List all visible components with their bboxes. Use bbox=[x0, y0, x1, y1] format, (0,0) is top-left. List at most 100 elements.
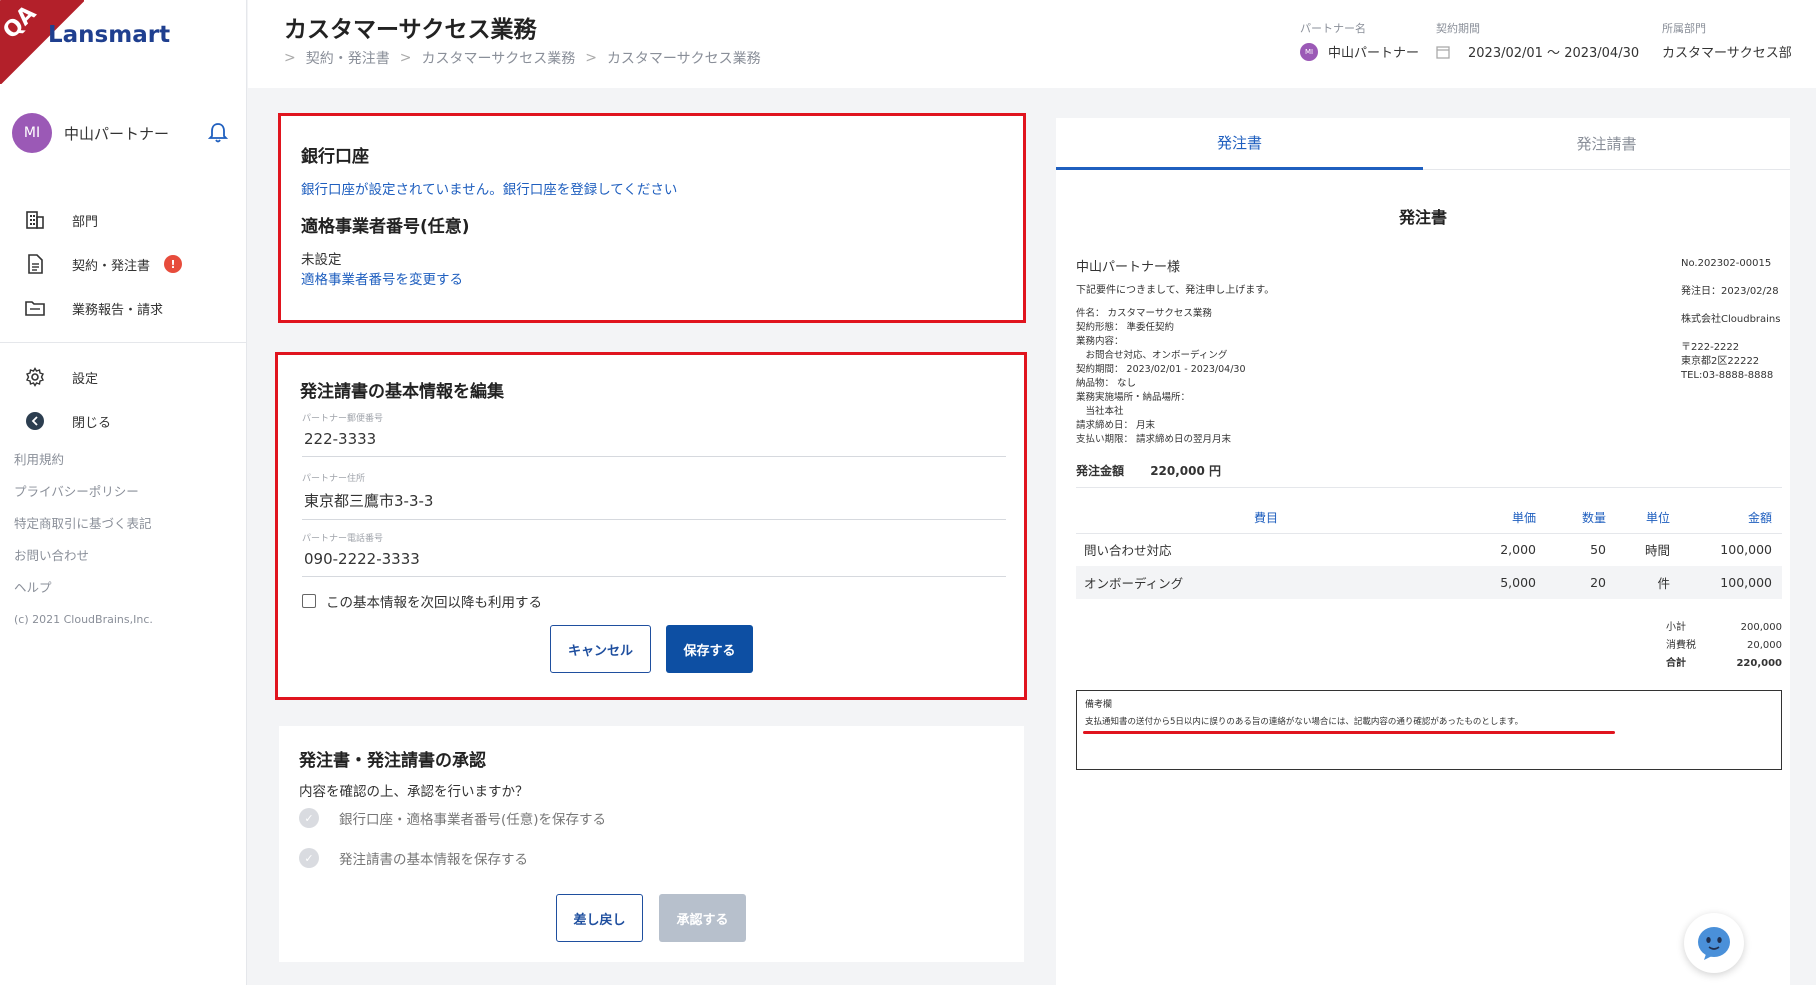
issuer-postal: 〒222-2222 bbox=[1681, 342, 1740, 353]
document-icon bbox=[24, 253, 46, 275]
approve-button[interactable]: 承認する bbox=[659, 894, 746, 942]
chevron-right-icon: > bbox=[399, 50, 412, 66]
postal-input[interactable]: 222-3333 bbox=[302, 424, 1006, 457]
sidebar-item-settings[interactable]: 設定 bbox=[0, 355, 246, 399]
approval-card: 発注書・発注請書の承認 内容を確認の上、承認を行いますか？ ✓ 銀行口座・適格事… bbox=[279, 726, 1024, 962]
bell-icon[interactable] bbox=[208, 122, 228, 144]
folder-icon bbox=[24, 297, 46, 319]
approval-step: ✓ 発注請書の基本情報を保存する bbox=[299, 838, 606, 878]
breadcrumb-item[interactable]: カスタマーサクセス業務 bbox=[607, 48, 761, 68]
calendar-icon bbox=[1436, 45, 1450, 59]
check-circle-icon: ✓ bbox=[299, 808, 319, 828]
footer-link-contact[interactable]: お問い合わせ bbox=[14, 540, 153, 572]
sidebar-item-contracts[interactable]: 契約・発注書 ! bbox=[0, 242, 246, 286]
sidebar-item-label: 部門 bbox=[72, 214, 99, 230]
phone-input[interactable]: 090-2222-3333 bbox=[302, 544, 1006, 577]
totals-block: 小計 200,000 消費税 20,000 合計 220,000 bbox=[1666, 619, 1782, 673]
column-header: 費目 bbox=[1076, 503, 1456, 534]
issue-date: 発注日：2023/02/28 bbox=[1681, 286, 1779, 297]
recipient: 中山パートナー様 bbox=[1076, 260, 1181, 275]
period-label: 契約期間 bbox=[1436, 22, 1480, 35]
address-input[interactable]: 東京都三鷹市3-3-3 bbox=[302, 484, 1006, 520]
line-items-table: 費目 単価 数量 単位 金額 問い合わせ対応 2,000 50 時間 100,0… bbox=[1076, 503, 1782, 599]
document-title: 発注書 bbox=[1398, 208, 1447, 227]
phone-label: パートナー電話番号 bbox=[302, 534, 384, 544]
breadcrumb-item[interactable]: カスタマーサクセス業務 bbox=[421, 48, 575, 68]
document-intro: 下記要件につきまして、発注申し上げます。 bbox=[1076, 285, 1275, 296]
chat-support-button[interactable] bbox=[1684, 913, 1744, 973]
building-icon bbox=[24, 209, 46, 231]
reuse-checkbox-label: この基本情報を次回以降も利用する bbox=[326, 595, 542, 611]
phone-field[interactable]: パートナー電話番号 090-2222-3333 bbox=[302, 531, 1006, 577]
footer-link-commerce[interactable]: 特定商取引に基づく表記 bbox=[14, 508, 153, 540]
breadcrumb-item[interactable]: 契約・発注書 bbox=[306, 48, 390, 68]
reuse-checkbox-row[interactable]: この基本情報を次回以降も利用する bbox=[302, 591, 542, 611]
partner-label: パートナー名 bbox=[1300, 22, 1366, 35]
table-cell: 時間 bbox=[1644, 543, 1670, 559]
document-details: 件名： カスタマーサクセス業務 契約形態： 準委任契約 業務内容： お問合せ対応… bbox=[1076, 307, 1246, 447]
column-header: 数量 bbox=[1546, 503, 1616, 534]
partner-avatar: MI bbox=[1300, 42, 1318, 61]
tab-order-acceptance[interactable]: 発注請書 bbox=[1423, 118, 1790, 170]
register-bank-link[interactable]: 銀行口座が設定されていません。銀行口座を登録してください bbox=[301, 178, 677, 198]
sidebar: QA Lansmart MI 中山パートナー 部門 契約・発注書 ! 業務報告・… bbox=[0, 0, 247, 985]
user-row[interactable]: MI 中山パートナー bbox=[12, 112, 228, 154]
total-row: 合計 220,000 bbox=[1666, 655, 1782, 673]
sidebar-item-departments[interactable]: 部門 bbox=[0, 198, 246, 242]
tax-row: 消費税 20,000 bbox=[1666, 637, 1782, 655]
tax-value: 20,000 bbox=[1747, 640, 1782, 651]
table-header-row: 費目 単価 数量 単位 金額 bbox=[1076, 503, 1782, 534]
sidebar-item-label: 閉じる bbox=[72, 415, 112, 431]
breadcrumb: > 契約・発注書 > カスタマーサクセス業務 > カスタマーサクセス業務 bbox=[284, 48, 761, 68]
reject-button[interactable]: 差し戻し bbox=[556, 894, 643, 942]
postal-field[interactable]: パートナー郵便番号 222-3333 bbox=[302, 411, 1006, 457]
postal-label: パートナー郵便番号 bbox=[302, 414, 384, 424]
footer-link-privacy[interactable]: プライバシーポリシー bbox=[14, 476, 153, 508]
nav-divider bbox=[0, 342, 246, 343]
page-header: カスタマーサクセス業務 > 契約・発注書 > カスタマーサクセス業務 > カスタ… bbox=[248, 0, 1816, 88]
save-button[interactable]: 保存する bbox=[666, 625, 753, 673]
order-amount-label: 発注金額 bbox=[1076, 464, 1125, 478]
table-cell: 問い合わせ対応 bbox=[1084, 543, 1172, 559]
period-value: 2023/02/01 〜 2023/04/30 bbox=[1436, 42, 1639, 61]
document-tabs: 発注書 発注請書 bbox=[1056, 118, 1790, 170]
address-field[interactable]: パートナー住所 東京都三鷹市3-3-3 bbox=[302, 471, 1006, 520]
remarks-underline bbox=[1083, 731, 1615, 734]
sidebar-item-reports[interactable]: 業務報告・請求 bbox=[0, 286, 246, 330]
approval-question: 内容を確認の上、承認を行いますか？ bbox=[299, 784, 529, 800]
remarks-box: 備考欄 支払通知書の送付から5日以内に誤りのある旨の連絡がない場合には、記載内容… bbox=[1076, 690, 1782, 770]
cancel-button[interactable]: キャンセル bbox=[550, 625, 651, 673]
detail-line: お問合せ対応、オンボーディング bbox=[1076, 350, 1228, 361]
copyright: (c) 2021 CloudBrains,Inc. bbox=[14, 613, 153, 626]
total-label: 合計 bbox=[1666, 658, 1686, 669]
tab-purchase-order[interactable]: 発注書 bbox=[1056, 118, 1423, 170]
dept-value: カスタマーサクセス部 bbox=[1662, 46, 1792, 61]
approval-step-label: 発注請書の基本情報を保存する bbox=[339, 852, 528, 868]
logo[interactable]: Lansmart bbox=[48, 22, 170, 48]
order-amount-value: 220,000 円 bbox=[1150, 464, 1222, 478]
detail-line: 請求締め日： 月末 bbox=[1076, 420, 1156, 431]
table-cell: 2,000 bbox=[1500, 542, 1536, 558]
change-invoice-number-link[interactable]: 適格事業者番号を変更する bbox=[301, 268, 463, 288]
detail-line: 業務内容： bbox=[1076, 336, 1124, 347]
sidebar-item-close[interactable]: 閉じる bbox=[0, 399, 246, 443]
table-cell: 5,000 bbox=[1456, 566, 1546, 599]
invoice-number-title: 適格事業者番号(任意) bbox=[301, 217, 470, 237]
detail-line: 業務実施場所・納品場所： bbox=[1076, 392, 1191, 403]
table-cell: オンボーディング bbox=[1076, 566, 1456, 599]
subtotal-row: 小計 200,000 bbox=[1666, 619, 1782, 637]
column-header: 単価 bbox=[1456, 503, 1546, 534]
bank-account-card: 銀行口座 銀行口座が設定されていません。銀行口座を登録してください 適格事業者番… bbox=[278, 113, 1026, 323]
footer-link-terms[interactable]: 利用規約 bbox=[14, 444, 153, 476]
table-cell: 100,000 bbox=[1676, 566, 1782, 599]
reuse-checkbox[interactable] bbox=[302, 594, 316, 608]
column-header: 金額 bbox=[1676, 503, 1782, 534]
footer-link-help[interactable]: ヘルプ bbox=[14, 572, 153, 604]
issuer-tel: TEL:03-8888-8888 bbox=[1681, 370, 1774, 381]
sidebar-nav: 部門 契約・発注書 ! 業務報告・請求 設定 閉じる bbox=[0, 198, 246, 443]
page-title: カスタマーサクセス業務 bbox=[284, 17, 537, 43]
avatar[interactable]: MI bbox=[12, 113, 52, 153]
table-row: 問い合わせ対応 2,000 50 時間 100,000 bbox=[1076, 533, 1782, 566]
issuer-address: 東京都2区22222 bbox=[1681, 356, 1760, 367]
subtotal-value: 200,000 bbox=[1740, 622, 1782, 633]
